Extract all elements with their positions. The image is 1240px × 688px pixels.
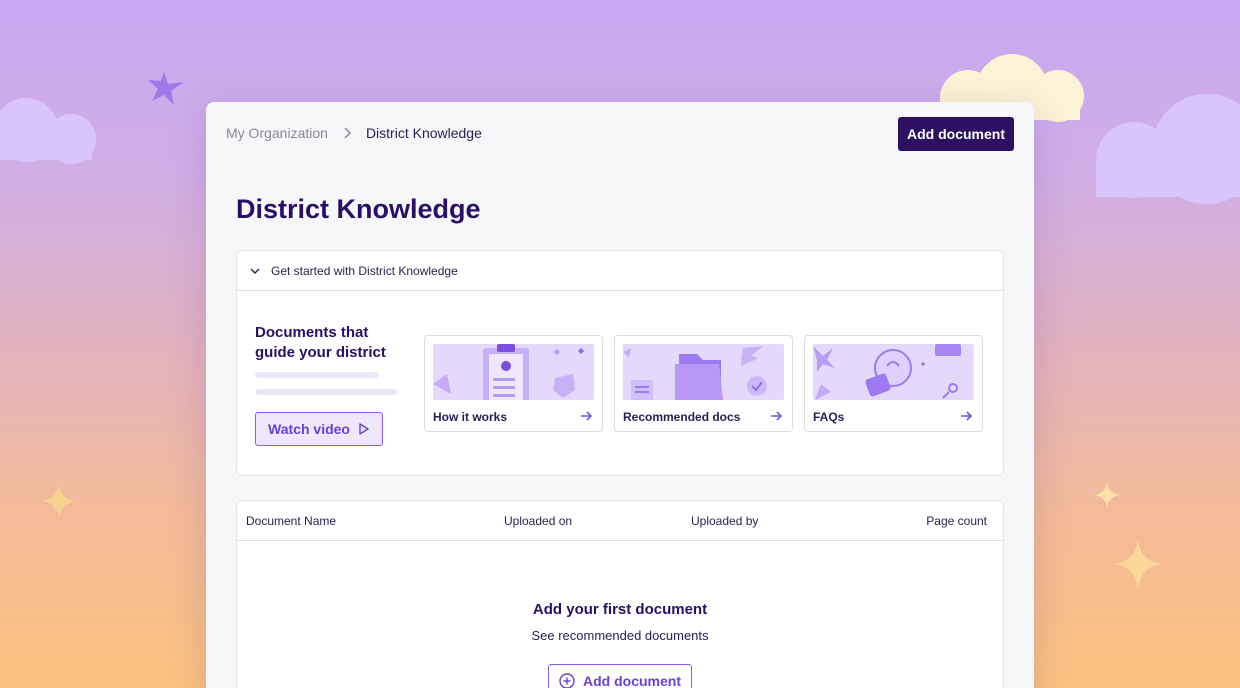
get-started-toggle[interactable]: Get started with District Knowledge	[237, 251, 1003, 291]
tile-label: How it works	[433, 410, 508, 424]
breadcrumb: My Organization District Knowledge	[226, 125, 482, 141]
table-header: Document Name Uploaded on Uploaded by Pa…	[237, 501, 1003, 541]
tile-recommended-docs[interactable]: Recommended docs	[614, 335, 793, 432]
play-icon	[359, 423, 369, 435]
intro-block: Documents that guide your district	[255, 323, 405, 363]
empty-state-title: Add your first document	[532, 601, 708, 618]
skeleton-line	[255, 389, 397, 395]
purple-star-icon	[148, 72, 184, 105]
watch-video-button[interactable]: Watch video	[255, 412, 383, 446]
documents-table: Document Name Uploaded on Uploaded by Pa…	[236, 500, 1004, 688]
get-started-heading: Get started with District Knowledge	[271, 263, 458, 278]
page-title: District Knowledge	[236, 194, 481, 224]
column-header-uploaded-on[interactable]: Uploaded on	[504, 514, 572, 528]
column-header-uploaded-by[interactable]: Uploaded by	[691, 514, 758, 528]
add-document-button[interactable]: Add document	[898, 117, 1014, 151]
add-document-label: Add document	[583, 673, 681, 688]
sparkle-icon	[1094, 482, 1120, 508]
column-header-page-count[interactable]: Page count	[926, 514, 987, 528]
folder-icon	[623, 344, 784, 400]
arrow-right-icon	[961, 411, 973, 421]
cloud-right	[1096, 94, 1240, 204]
breadcrumb-root[interactable]: My Organization	[226, 125, 328, 141]
cloud-left	[0, 96, 96, 164]
sparkle-icon	[42, 484, 76, 518]
chevron-down-icon	[250, 268, 260, 274]
main-panel: My Organization District Knowledge Add d…	[206, 102, 1034, 688]
breadcrumb-current: District Knowledge	[365, 125, 482, 141]
clipboard-icon	[433, 344, 594, 400]
arrow-right-icon	[581, 411, 593, 421]
watch-video-label: Watch video	[268, 421, 350, 437]
plus-circle-icon	[559, 673, 575, 688]
tile-label: Recommended docs	[623, 410, 741, 424]
tile-how-it-works[interactable]: How it works	[424, 335, 603, 432]
add-first-document-button[interactable]: Add document	[548, 664, 692, 688]
tile-faqs[interactable]: FAQs	[804, 335, 983, 432]
get-started-card: Get started with District Knowledge Docu…	[236, 250, 1004, 476]
column-header-document-name[interactable]: Document Name	[246, 514, 336, 528]
skeleton-line	[255, 372, 379, 378]
chevron-right-icon	[344, 127, 351, 139]
lightbulb-icon	[813, 344, 974, 400]
intro-title: Documents that guide your district	[255, 324, 386, 361]
sparkle-icon	[1114, 540, 1162, 588]
arrow-right-icon	[771, 411, 783, 421]
recommended-documents-link[interactable]: See recommended documents	[237, 628, 1003, 643]
tile-label: FAQs	[813, 410, 845, 424]
